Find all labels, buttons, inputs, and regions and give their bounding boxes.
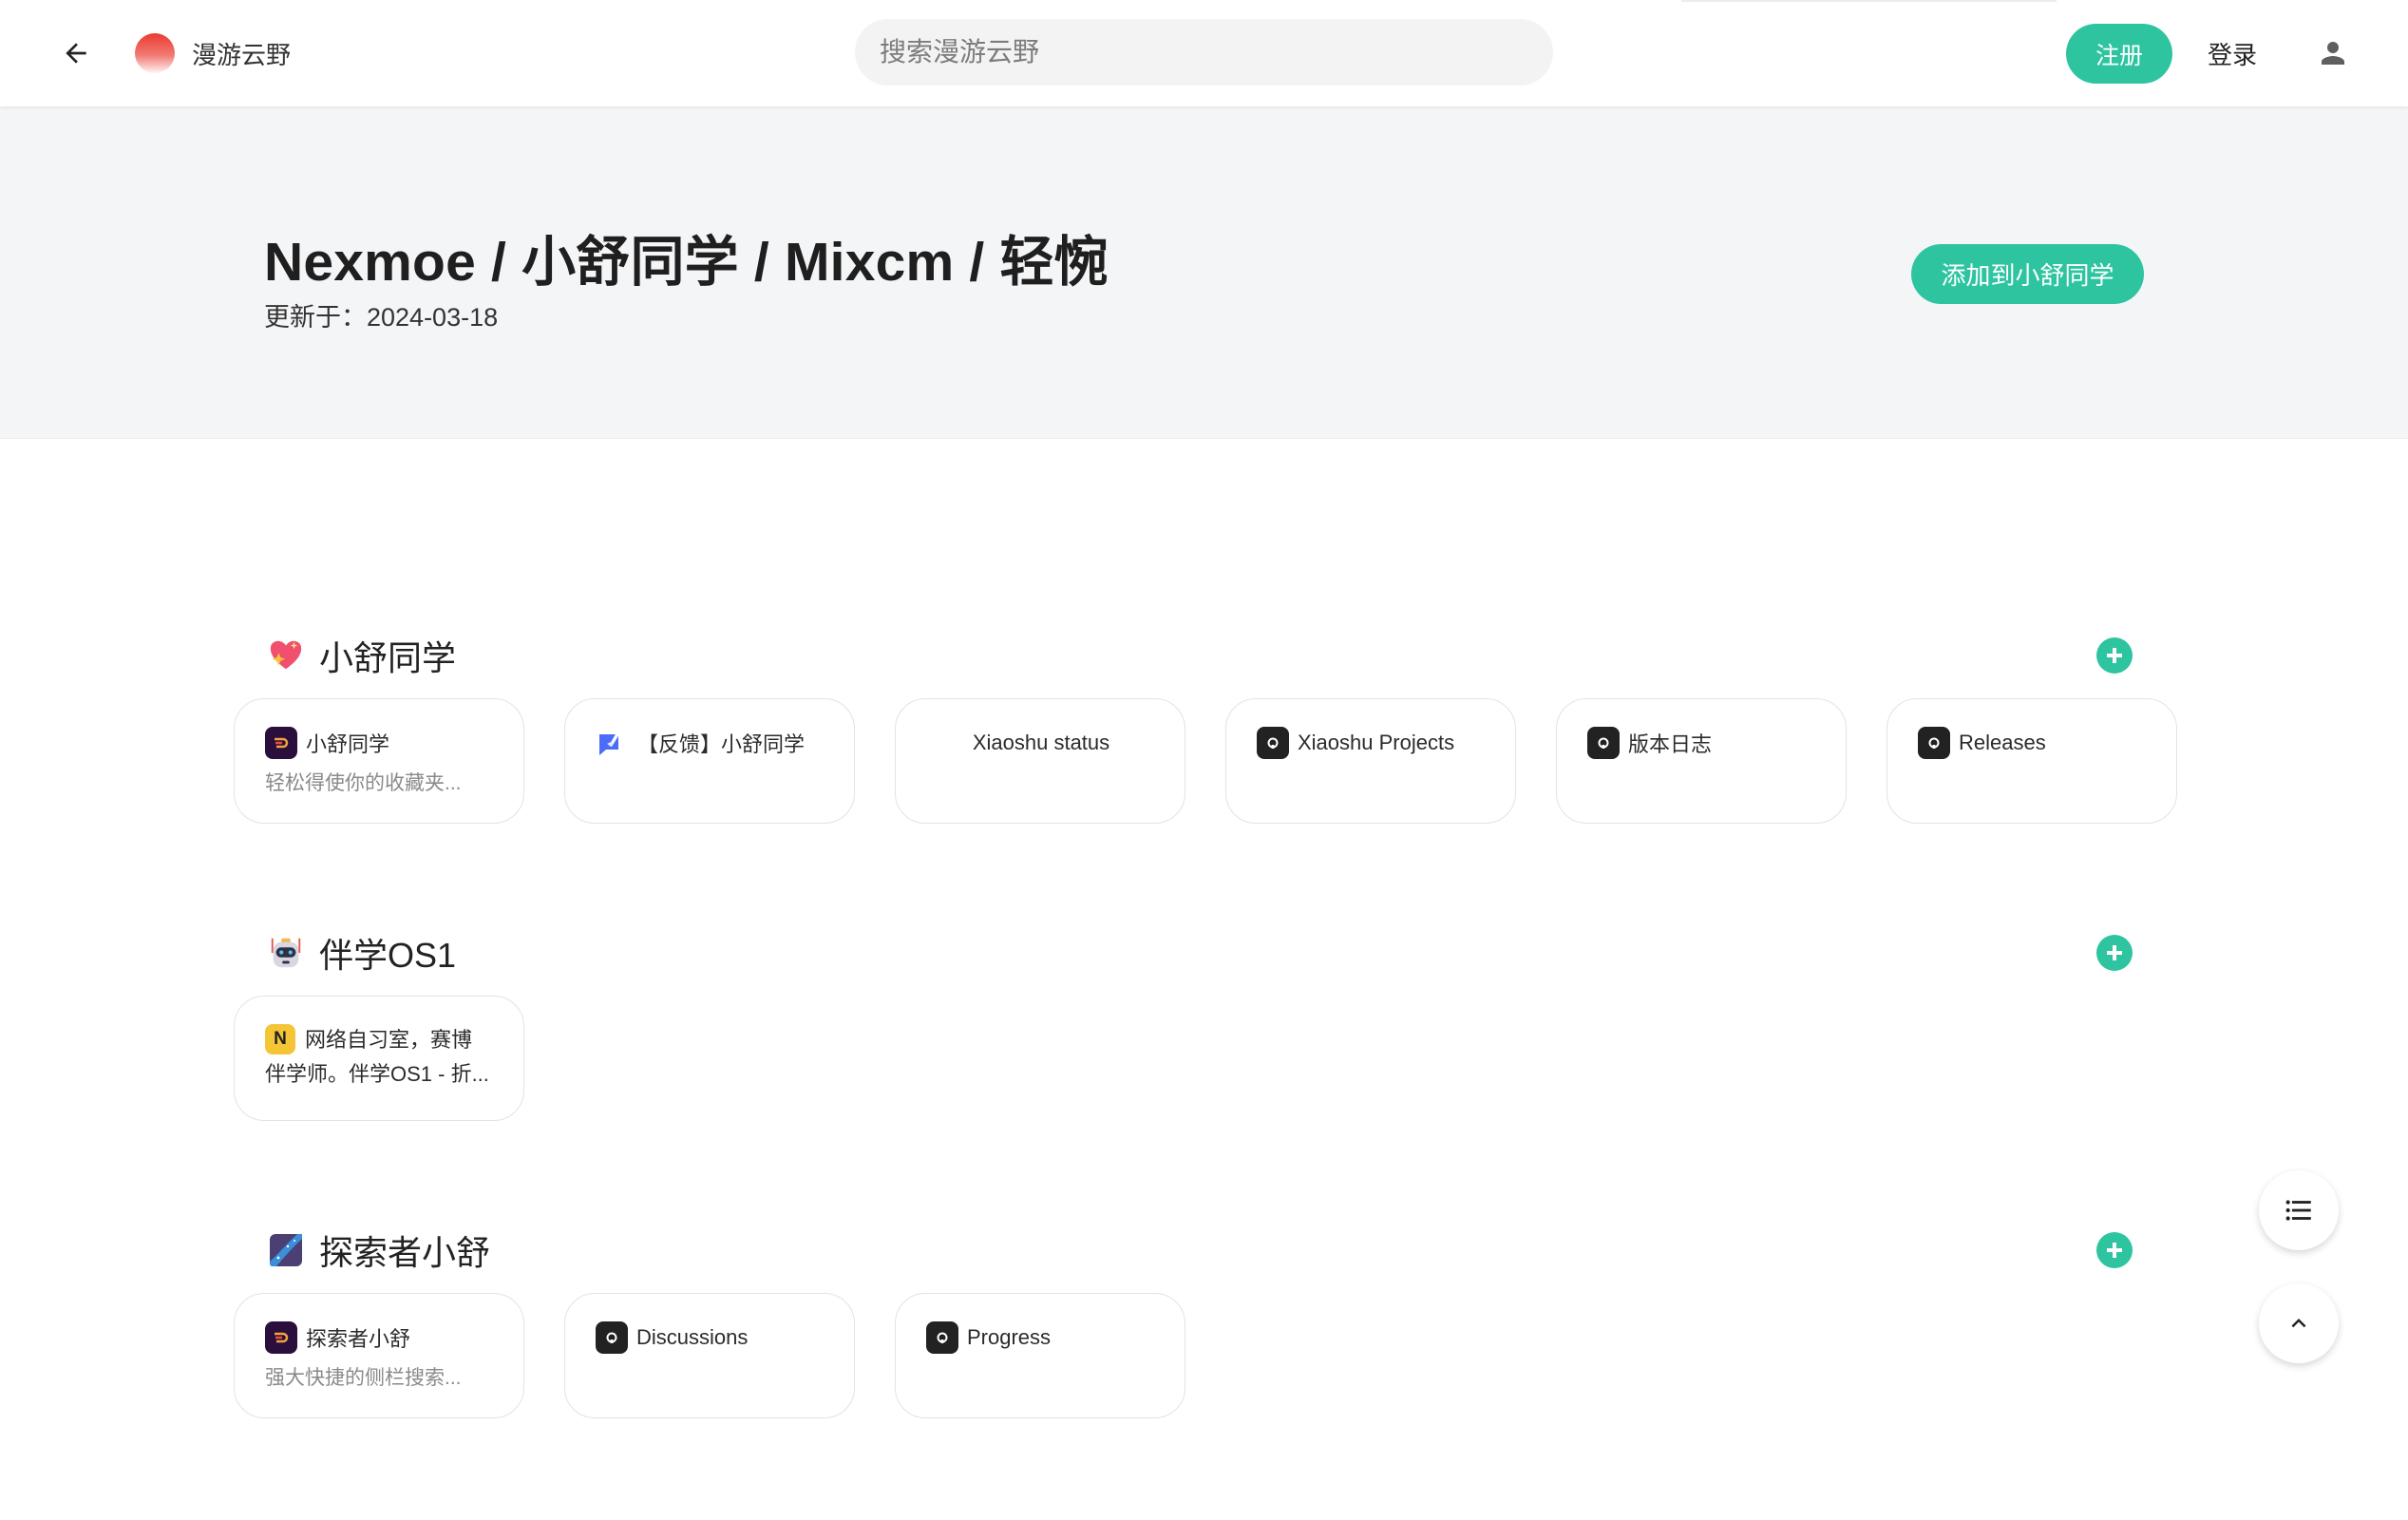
- section-header: 探索者小舒: [268, 1226, 490, 1274]
- section-title: 探索者小舒: [319, 1233, 491, 1272]
- card-description: 强大快捷的侧栏搜索...: [265, 1367, 462, 1389]
- link-card[interactable]: Progress: [895, 1293, 1185, 1418]
- feedback-rabbit-icon: [596, 727, 624, 759]
- link-card[interactable]: N 网络自习室，赛博 伴学师。伴学OS1 - 折...: [234, 996, 524, 1121]
- collection-header: Nexmoe / 小舒同学 / Mixcm / 轻惋 更新于：2024-03-1…: [0, 106, 2408, 439]
- link-card[interactable]: Releases: [1887, 698, 2177, 824]
- user-account-button[interactable]: [2308, 28, 2358, 78]
- github-icon: [1257, 727, 1289, 759]
- link-card[interactable]: 版本日志: [1556, 698, 1847, 824]
- updated-date: 更新于：2024-03-18: [264, 303, 499, 332]
- notion-icon: N: [265, 1024, 295, 1055]
- card-title-continued: 伴学师。伴学OS1 - 折...: [265, 1062, 489, 1086]
- link-card[interactable]: Xiaoshu status: [895, 698, 1185, 824]
- github-icon: [926, 1321, 958, 1354]
- brand-logo-icon: [135, 33, 175, 73]
- top-strip-divider: [1681, 0, 2057, 2]
- card-title: 【反馈】小舒同学: [637, 732, 806, 756]
- add-link-button[interactable]: [2096, 935, 2133, 971]
- page-title: Nexmoe / 小舒同学 / Mixcm / 轻惋: [264, 232, 1109, 293]
- link-card[interactable]: 小舒同学 轻松得使你的收藏夹...: [234, 698, 524, 824]
- sparkling-heart-icon: [268, 637, 304, 674]
- plus-icon: [2107, 648, 2122, 663]
- card-title: 小舒同学: [306, 732, 390, 756]
- register-button[interactable]: 注册: [2066, 24, 2172, 84]
- card-title: Progress: [967, 1325, 1052, 1349]
- link-card[interactable]: Discussions: [564, 1293, 855, 1418]
- section-header: 伴学OS1: [268, 929, 456, 977]
- xiaoshu-logo-icon: [265, 1321, 297, 1354]
- brand-name: 漫游云野: [192, 40, 292, 69]
- top-navbar: 漫游云野 注册 登录: [0, 0, 2408, 106]
- list-icon: [2285, 1200, 2311, 1221]
- github-icon: [1918, 727, 1950, 759]
- plus-icon: [2107, 945, 2122, 960]
- card-title: Releases: [1959, 731, 2046, 754]
- add-to-xiaoshu-button[interactable]: 添加到小舒同学: [1911, 244, 2144, 304]
- chevron-up-icon: [2291, 1319, 2306, 1328]
- github-icon: [596, 1321, 628, 1354]
- card-title: Xiaoshu Projects: [1298, 731, 1455, 754]
- card-description: 轻松得使你的收藏夹...: [265, 772, 462, 794]
- scroll-to-top-button[interactable]: [2259, 1283, 2339, 1363]
- arrow-left-icon: [66, 43, 86, 64]
- link-card[interactable]: 探索者小舒 强大快捷的侧栏搜索...: [234, 1293, 524, 1418]
- back-button[interactable]: [53, 30, 99, 76]
- link-card[interactable]: 【反馈】小舒同学: [564, 698, 855, 824]
- section-title: 小舒同学: [319, 638, 457, 677]
- xiaoshu-logo-icon: [265, 727, 297, 759]
- section-title: 伴学OS1: [319, 936, 457, 975]
- table-of-contents-button[interactable]: [2259, 1170, 2339, 1250]
- explorer-app-icon: [268, 1232, 304, 1268]
- plus-icon: [2107, 1243, 2122, 1258]
- brand-link[interactable]: 漫游云野: [135, 28, 291, 78]
- card-title: 版本日志: [1628, 732, 1713, 756]
- card-title: Xiaoshu status: [972, 731, 1110, 754]
- card-title: Discussions: [636, 1325, 749, 1349]
- card-title: 探索者小舒: [306, 1327, 411, 1351]
- section-header: 小舒同学: [268, 632, 456, 679]
- search-input[interactable]: [855, 19, 1553, 86]
- card-title: 网络自习室，赛博: [305, 1028, 473, 1052]
- person-icon: [2322, 42, 2344, 65]
- github-icon: [1587, 727, 1620, 759]
- link-card[interactable]: Xiaoshu Projects: [1225, 698, 1516, 824]
- add-link-button[interactable]: [2096, 1232, 2133, 1268]
- robot-icon: [268, 935, 304, 971]
- login-button[interactable]: 登录: [2194, 24, 2270, 84]
- add-link-button[interactable]: [2096, 637, 2133, 674]
